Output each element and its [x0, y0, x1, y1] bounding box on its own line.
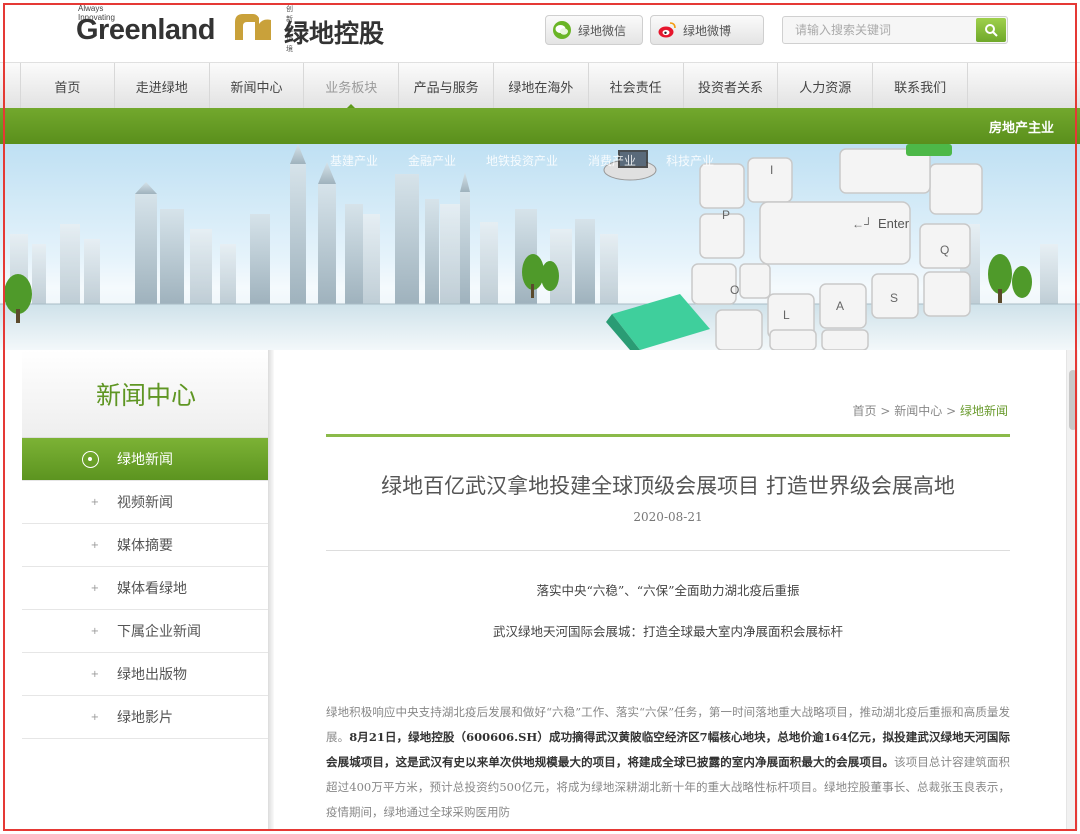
- article-subhead-1: 落实中央“六稳”、“六保”全面助力湖北疫后重振: [536, 583, 800, 598]
- bullet-icon: +: [90, 668, 99, 680]
- logo-cn-name: 绿地控股: [284, 19, 385, 48]
- wechat-button[interactable]: 绿地微信: [545, 15, 643, 45]
- svg-text:I: I: [770, 163, 773, 177]
- search-button[interactable]: [976, 18, 1006, 42]
- sidebar-item[interactable]: 绿地新闻: [22, 438, 270, 481]
- article-body: 绿地积极响应中央支持湖北疫后发展和做好“六稳”工作、落实“六保”任务，第一时间落…: [326, 700, 1010, 825]
- sidebar-item[interactable]: + 绿地出版物: [22, 653, 270, 696]
- weibo-label: 绿地微博: [683, 23, 732, 38]
- sidebar-item[interactable]: + 视频新闻: [22, 481, 270, 524]
- main-nav-list: 首页 走进绿地 新闻中心 业务板块 产品与服务 绿地在海外 社会责任 投资者关系 人力资源 联系我…: [20, 63, 968, 110]
- article-separator: [326, 550, 1010, 551]
- banner-link[interactable]: 基建产业: [330, 152, 378, 169]
- bullet-icon: +: [90, 539, 99, 551]
- article-date: 2020-08-21: [633, 510, 703, 524]
- nav-item[interactable]: 业务板块: [304, 63, 400, 110]
- sidebar-item-label: 媒体摘要: [117, 538, 173, 554]
- banner-link[interactable]: 科技产业: [666, 152, 714, 169]
- title-divider: [326, 434, 1010, 437]
- nav-item[interactable]: 走进绿地: [115, 63, 210, 109]
- bullet-icon: +: [90, 711, 99, 723]
- page-scrollbar[interactable]: [1066, 350, 1078, 830]
- svg-text:A: A: [836, 299, 844, 313]
- bullet-icon: +: [90, 582, 99, 594]
- active-circle-icon: [82, 450, 99, 468]
- sidebar-title: 新闻中心: [22, 350, 270, 438]
- breadcrumb: 首页 > 新闻中心 > 绿地新闻: [853, 402, 1008, 419]
- sidebar-divider: [268, 350, 274, 830]
- svg-text:←┘: ←┘: [852, 217, 873, 231]
- search-input[interactable]: [787, 20, 973, 40]
- bullet-icon: +: [90, 625, 99, 637]
- banner-links: 基建产业 金融产业 地铁投资产业 消费产业 科技产业: [330, 152, 744, 169]
- svg-text:O: O: [730, 283, 739, 297]
- weibo-button[interactable]: 绿地微博: [650, 15, 764, 45]
- banner-link[interactable]: 地铁投资产业: [486, 152, 558, 169]
- search-icon: [985, 24, 998, 37]
- main-nav: 首页 走进绿地 新闻中心 业务板块 产品与服务 绿地在海外 社会责任 投资者关系 人力资源 联系我…: [0, 62, 1080, 110]
- breadcrumb-section[interactable]: 新闻中心: [894, 404, 942, 418]
- bullet-icon: +: [90, 496, 99, 508]
- sidebar-item-label: 绿地影片: [117, 710, 173, 726]
- nav-item[interactable]: 新闻中心: [210, 63, 305, 109]
- sidebar-item-marker: [22, 450, 117, 468]
- logo-leaf-icon: [235, 14, 271, 40]
- logo-wordmark: Greenland: [76, 14, 215, 46]
- sidebar-item-label: 视频新闻: [117, 495, 173, 511]
- nav-item[interactable]: 社会责任: [589, 63, 684, 109]
- breadcrumb-sep: >: [880, 404, 891, 418]
- breadcrumb-sep: >: [946, 404, 957, 418]
- article-subhead-2: 武汉绿地天河国际会展城：打造全球最大室内净展面积会展标杆: [492, 624, 843, 639]
- search-box: [782, 16, 1008, 44]
- sub-bar-label[interactable]: 房地产主业: [989, 117, 1054, 136]
- nav-item[interactable]: 联系我们: [873, 63, 968, 109]
- banner-link[interactable]: 金融产业: [408, 152, 456, 169]
- sidebar-item[interactable]: + 下属企业新闻: [22, 610, 270, 653]
- nav-item[interactable]: 绿地在海外: [494, 63, 589, 109]
- sidebar: 新闻中心 绿地新闻 + 视频新闻 + 媒体摘要 + 媒体看绿地 + 下属企业新闻 + 绿地出版物 + 绿…: [22, 350, 270, 750]
- sidebar-item-label: 绿地出版物: [117, 667, 187, 683]
- banner-link[interactable]: 消费产业: [588, 152, 636, 169]
- nav-item[interactable]: 投资者关系: [684, 63, 779, 109]
- breadcrumb-home[interactable]: 首页: [853, 404, 877, 418]
- site-header: Always Innovating Greenland 创新无止境 绿地控股 绿…: [0, 0, 1080, 60]
- sidebar-item[interactable]: + 绿地影片: [22, 696, 270, 739]
- wechat-label: 绿地微信: [578, 23, 627, 38]
- nav-item[interactable]: 人力资源: [778, 63, 874, 109]
- svg-text:S: S: [890, 291, 898, 305]
- sidebar-item[interactable]: + 媒体看绿地: [22, 567, 270, 610]
- sub-bar: 房地产主业: [0, 108, 1080, 144]
- article-title: 绿地百亿武汉拿地投建全球顶级会展项目 打造世界级会展高地: [381, 474, 955, 498]
- scrollbar-thumb[interactable]: [1069, 370, 1077, 430]
- city-skyline-illustration: P L A S Q O I ←┘ Enter: [0, 144, 1080, 350]
- sidebar-item[interactable]: + 媒体摘要: [22, 524, 270, 567]
- svg-text:P: P: [722, 208, 730, 222]
- sidebar-item-label: 媒体看绿地: [117, 581, 187, 597]
- enter-key-label: Enter: [878, 216, 910, 231]
- nav-item[interactable]: 首页: [20, 63, 115, 109]
- nav-item[interactable]: 产品与服务: [399, 63, 494, 109]
- article-area: 首页 > 新闻中心 > 绿地新闻 绿地百亿武汉拿地投建全球顶级会展项目 打造世界…: [280, 350, 1062, 830]
- sidebar-list: 绿地新闻 + 视频新闻 + 媒体摘要 + 媒体看绿地 + 下属企业新闻 + 绿地出版物 + 绿地影片: [22, 438, 270, 739]
- sidebar-item-label: 下属企业新闻: [117, 624, 201, 640]
- wechat-icon: [553, 21, 571, 39]
- hero-banner: P L A S Q O I ←┘ Enter 基建产业 金融产业 地铁投资产业 消费产…: [0, 144, 1080, 350]
- svg-text:L: L: [783, 308, 790, 322]
- weibo-icon: [658, 22, 676, 38]
- breadcrumb-current[interactable]: 绿地新闻: [960, 404, 1008, 418]
- svg-text:Q: Q: [940, 243, 949, 257]
- sidebar-item-label: 绿地新闻: [117, 452, 173, 468]
